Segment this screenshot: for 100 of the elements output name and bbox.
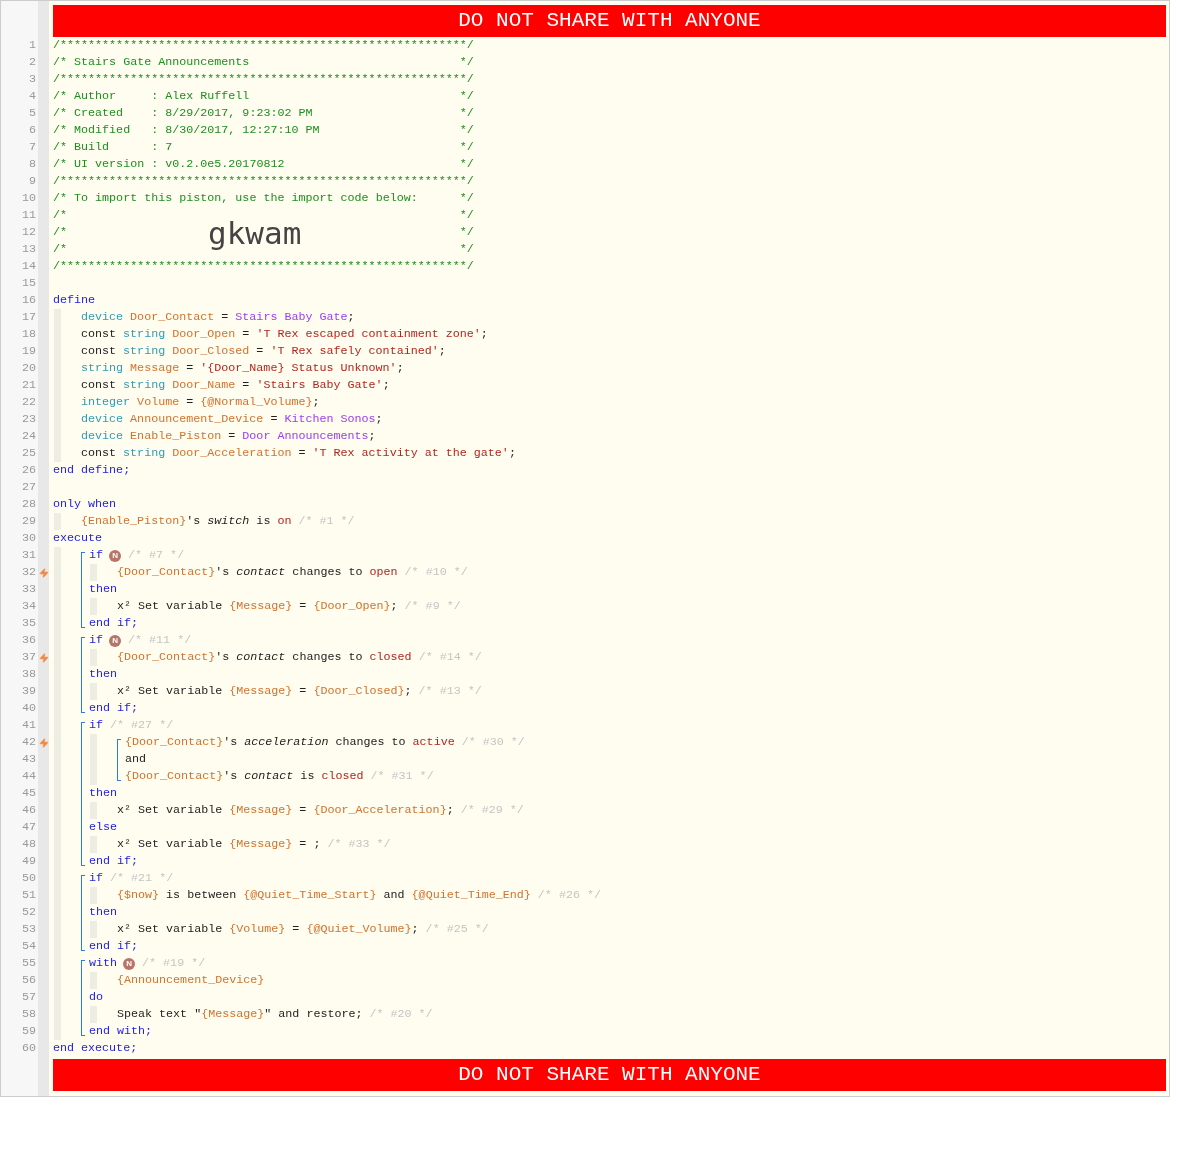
code-text: /* Stairs Gate Announcements	[53, 53, 250, 71]
line-number: 42	[1, 734, 38, 751]
line-number: 25	[1, 445, 38, 462]
line-number: 44	[1, 768, 38, 785]
line-number: 40	[1, 700, 38, 717]
line-number: 12	[1, 224, 38, 241]
line-number: 29	[1, 513, 38, 530]
line-number: 39	[1, 683, 38, 700]
line-number: 57	[1, 989, 38, 1006]
code-text: /*	[53, 240, 68, 258]
line-number: 59	[1, 1023, 38, 1040]
code-text: /**********************************************************/	[53, 70, 474, 88]
code-text: /*	[53, 223, 68, 241]
line-number: 36	[1, 632, 38, 649]
line-number: 38	[1, 666, 38, 683]
code-text: /* UI version : v0.2.0e5.20170812	[53, 155, 285, 173]
line-number: 15	[1, 275, 38, 292]
line-number: 37	[1, 649, 38, 666]
code-text: /* Created : 8/29/2017, 9:23:02 PM	[53, 104, 313, 122]
code-text: x² Set variable {Volume} = {@Quiet_Volume}; /* #25 */	[117, 920, 489, 938]
block-bracket	[117, 739, 121, 781]
line-number: 30	[1, 530, 38, 547]
code-text: end define;	[53, 461, 131, 479]
line-number: 32	[1, 564, 38, 581]
code-text: end if;	[89, 937, 139, 955]
code-text: x² Set variable {Message} = {Door_Closed}; /* #13 */	[117, 682, 482, 700]
code-text: define	[53, 291, 96, 309]
note-badge[interactable]: N	[109, 549, 122, 562]
code-text: */	[459, 223, 474, 241]
code-text: const string Door_Closed = 'T Rex safely contained';	[81, 342, 446, 360]
code-text: then	[89, 903, 118, 921]
line-number: 26	[1, 462, 38, 479]
code-text: {Door_Contact}'s contact changes to open /* #10 */	[117, 563, 468, 581]
code-text: end if;	[89, 852, 139, 870]
line-number: 53	[1, 921, 38, 938]
line-number: 10	[1, 190, 38, 207]
note-badge[interactable]: N	[109, 634, 122, 647]
lightning-icon	[38, 652, 49, 663]
code-text: then	[89, 784, 118, 802]
code-text: {$now} is between {@Quiet_Time_Start} and {@Quiet_Time_End} /* #26 */	[117, 886, 601, 904]
code-text: /**********************************************************/	[53, 257, 474, 275]
code-text: if /* #21 */	[89, 869, 174, 887]
code-text: const string Door_Acceleration = 'T Rex activity at the gate';	[81, 444, 516, 462]
code-text: {Door_Contact}'s acceleration changes to active /* #30 */	[125, 733, 525, 751]
note-badge[interactable]: N	[123, 957, 136, 970]
line-number: 2	[1, 54, 38, 71]
line-number: 22	[1, 394, 38, 411]
code-text: else	[89, 818, 118, 836]
line-number: 49	[1, 853, 38, 870]
code-text: then	[89, 580, 118, 598]
line-number: 9	[1, 173, 38, 190]
line-number: 3	[1, 71, 38, 88]
line-number: 45	[1, 785, 38, 802]
code-text: /**********************************************************/	[53, 36, 474, 54]
line-number: 34	[1, 598, 38, 615]
line-number: 21	[1, 377, 38, 394]
line-number: 20	[1, 360, 38, 377]
code-text: then	[89, 665, 118, 683]
code-text: {Enable_Piston}'s switch is on /* #1 */	[81, 512, 355, 530]
line-number: 7	[1, 139, 38, 156]
code-text: /**********************************************************/	[53, 172, 474, 190]
code-text: {Door_Contact}'s contact changes to closed /* #14 */	[117, 648, 482, 666]
line-number: 27	[1, 479, 38, 496]
line-number: 47	[1, 819, 38, 836]
line-number: 14	[1, 258, 38, 275]
line-number: 17	[1, 309, 38, 326]
code-text: device Announcement_Device = Kitchen Sonos;	[81, 410, 383, 428]
code-text: const string Door_Name = 'Stairs Baby Gate';	[81, 376, 390, 394]
line-number: 50	[1, 870, 38, 887]
line-number: 56	[1, 972, 38, 989]
warning-banner: DO NOT SHARE WITH ANYONE	[53, 5, 1166, 37]
import-code: gkwam	[208, 214, 302, 251]
code-text: if /* #27 */	[89, 716, 174, 734]
code-text: if	[89, 631, 104, 649]
lightning-icon	[38, 567, 49, 578]
code-text: if	[89, 546, 104, 564]
code-text: string Message = '{Door_Name} Status Unknown';	[81, 359, 404, 377]
code-text: {Door_Contact}'s contact is closed /* #31 */	[125, 767, 434, 785]
warning-banner: DO NOT SHARE WITH ANYONE	[53, 1059, 1166, 1091]
code-text: /* To import this piston, use the import code below:	[53, 189, 418, 207]
line-number: 55	[1, 955, 38, 972]
code-text: {Announcement_Device}	[117, 971, 265, 989]
line-number: 60	[1, 1040, 38, 1057]
code-text: /* Build : 7	[53, 138, 173, 156]
code-text: device Enable_Piston = Door Announcements;	[81, 427, 376, 445]
code-text: /* Author : Alex Ruffell	[53, 87, 250, 105]
line-number: 43	[1, 751, 38, 768]
line-number: 33	[1, 581, 38, 598]
code-text: /*	[53, 206, 68, 224]
code-text: with	[89, 954, 118, 972]
code-text: */	[459, 121, 474, 139]
code-text: Speak text "{Message}" and restore; /* #20 */	[117, 1005, 433, 1023]
code-text: */	[459, 206, 474, 224]
code-text: end if;	[89, 614, 139, 632]
line-number: 19	[1, 343, 38, 360]
code-text: */	[459, 138, 474, 156]
line-number: 23	[1, 411, 38, 428]
line-number: 51	[1, 887, 38, 904]
code-text: and	[125, 750, 147, 768]
code-text: x² Set variable {Message} = ; /* #33 */	[117, 835, 391, 853]
